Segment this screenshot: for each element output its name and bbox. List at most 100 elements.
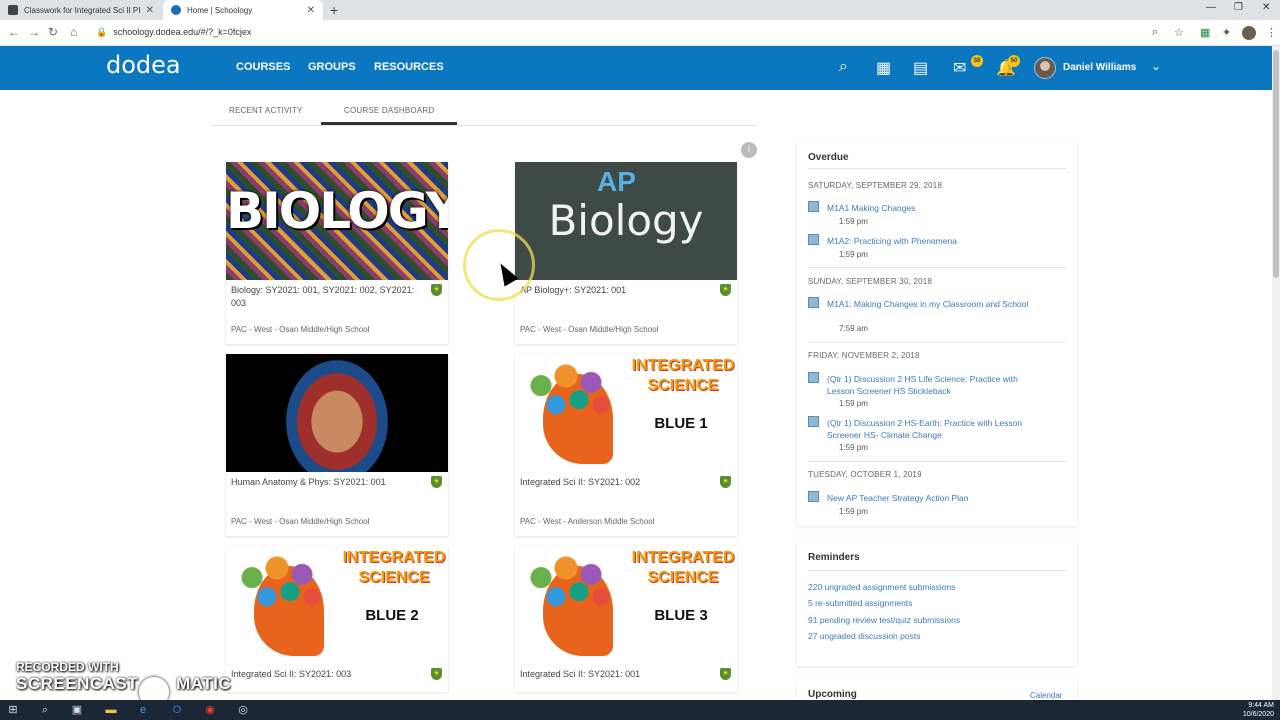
course-title[interactable]: AP Biology+: SY2021: 001 — [520, 284, 710, 297]
tab-classwork[interactable]: Classwork for Integrated Sci II PI ✕ — [0, 0, 162, 20]
course-image-header: INTEGRATED SCIENCE — [631, 357, 735, 394]
url-field[interactable]: 🔒 schoology.dodea.edu/#/?_k=0fcjex — [96, 27, 251, 38]
nav-resources[interactable]: RESOURCES — [374, 61, 444, 73]
course-image: INTEGRATED SCIENCE BLUE 2 — [226, 546, 448, 664]
nav-courses[interactable]: COURSES — [236, 61, 290, 73]
mail-icon[interactable]: ✉ — [953, 58, 966, 78]
screencast-icon[interactable]: ◎ — [236, 703, 250, 717]
divider — [808, 267, 1066, 268]
menu-icon[interactable]: ⋮ — [1266, 26, 1277, 39]
logo-text: dodea — [106, 51, 181, 79]
file-explorer-icon[interactable]: ▬ — [104, 703, 118, 717]
overdue-item-time: 1:59 pm — [839, 443, 868, 452]
assignment-icon — [808, 491, 819, 502]
overdue-item-link[interactable]: New AP Teacher Strategy Action Plan — [827, 493, 1047, 505]
reminder-link[interactable]: 91 pending review test/quiz submissions — [808, 615, 960, 625]
overdue-title: Overdue — [808, 152, 849, 163]
tab-recent-activity[interactable]: RECENT ACTIVITY — [229, 106, 303, 115]
course-card-ap-biology[interactable]: AP Biology AP Biology+: SY2021: 001 ★ PA… — [515, 162, 737, 344]
overdue-item-time: 1:59 pm — [839, 250, 868, 259]
screencast-watermark: RECORDED WITH SCREENCAST MATIC — [16, 660, 231, 694]
overdue-item-link[interactable]: (Qtr 1) Discussion 2 HS-Earth: Practice … — [827, 418, 1047, 441]
reminders-title: Reminders — [808, 552, 860, 563]
windows-start-icon[interactable]: ⊞ — [6, 703, 20, 717]
close-icon[interactable]: ✕ — [146, 5, 154, 16]
calendar-link[interactable]: Calendar — [1030, 691, 1062, 700]
new-tab-button[interactable]: + — [330, 2, 338, 18]
reload-icon[interactable]: ↻ — [48, 25, 58, 39]
top-navigation: dodea COURSES GROUPS RESOURCES ⌕ ▦ ▤ ✉ 3… — [0, 46, 1272, 90]
overdue-item-link[interactable]: M1A1 Making Changes — [827, 203, 1047, 215]
course-image-header: INTEGRATED SCIENCE — [342, 549, 446, 586]
edge-icon[interactable]: e — [136, 703, 150, 717]
taskbar-clock[interactable]: 9:44 AM 10/6/2020 — [1243, 701, 1274, 719]
scrollbar-thumb[interactable] — [1273, 50, 1279, 278]
dodea-logo[interactable]: dodea — [106, 51, 220, 80]
course-title[interactable]: Human Anatomy & Phys: SY2021: 001 — [231, 476, 421, 489]
star-icon[interactable]: ☆ — [1174, 26, 1184, 39]
chevron-down-icon[interactable]: ⌄ — [1151, 59, 1161, 73]
schoology-icon — [171, 5, 181, 15]
overdue-item-link[interactable]: (Qtr 1) Discussion 2 HS Life Science: Pr… — [827, 374, 1047, 397]
divider — [808, 342, 1066, 343]
zoom-icon[interactable]: ⌕ — [1152, 26, 1158, 39]
shield-icon: ★ — [720, 284, 731, 296]
minimize-icon[interactable]: — — [1206, 2, 1216, 13]
course-title[interactable]: Integrated Sci II: SY2021: 002 — [520, 476, 710, 489]
shield-icon: ★ — [431, 284, 442, 296]
upcoming-title: Upcoming — [808, 689, 857, 700]
course-card-integrated-sci-002[interactable]: INTEGRATED SCIENCE BLUE 1 Integrated Sci… — [515, 354, 737, 536]
course-title[interactable]: Biology: SY2021: 001, SY2021: 002, SY202… — [231, 284, 421, 310]
divider — [808, 570, 1066, 571]
course-school: PAC - West - Osan Middle/High School — [520, 325, 659, 334]
clock-date: 10/6/2020 — [1242, 711, 1274, 718]
course-card-integrated-sci-001[interactable]: INTEGRATED SCIENCE BLUE 3 Integrated Sci… — [515, 546, 737, 692]
profile-avatar[interactable] — [1242, 26, 1256, 43]
user-avatar[interactable] — [1034, 57, 1056, 79]
course-card-biology[interactable]: BIOLOGY Biology: SY2021: 001, SY2021: 00… — [226, 162, 448, 344]
calendar-icon[interactable]: ▤ — [913, 58, 928, 78]
notification-badge: 50 — [1008, 55, 1020, 67]
shield-icon: ★ — [720, 476, 731, 488]
course-title[interactable]: Integrated Sci II: SY2021: 001 — [520, 668, 710, 681]
reminder-link[interactable]: 5 re-submitted assignments — [808, 598, 912, 608]
tab-title: Classwork for Integrated Sci II PI — [24, 5, 141, 15]
forward-icon[interactable]: → — [28, 25, 40, 39]
apps-grid-icon[interactable]: ▦ — [876, 58, 891, 78]
close-window-icon[interactable]: ✕ — [1262, 2, 1270, 13]
reminder-link[interactable]: 220 ungraded assignment submissions — [808, 582, 955, 592]
back-icon[interactable]: ← — [8, 25, 20, 39]
close-icon[interactable]: ✕ — [307, 5, 315, 16]
home-icon[interactable]: ⌂ — [70, 25, 77, 39]
shield-icon: ★ — [720, 668, 731, 680]
search-icon[interactable]: ⌕ — [38, 703, 52, 717]
tab-schoology[interactable]: Home | Schoology ✕ — [163, 0, 323, 20]
course-card-anatomy[interactable]: Human Anatomy & Phys: SY2021: 001 ★ PAC … — [226, 354, 448, 536]
user-name[interactable]: Daniel Williams — [1063, 62, 1136, 73]
assignment-icon — [808, 234, 819, 245]
reminder-link[interactable]: 27 ungraded discussion posts — [808, 631, 920, 641]
course-title[interactable]: Integrated Sci II: SY2021: 003 — [231, 668, 421, 681]
course-image-level: BLUE 2 — [365, 607, 419, 624]
sheets-extension-icon[interactable]: ▦ — [1200, 26, 1210, 39]
course-image-text: BIOLOGY — [226, 182, 448, 240]
overdue-item-link[interactable]: M1A2: Practicing with Phenomena — [827, 236, 1047, 248]
overdue-date: TUESDAY, OCTOBER 1, 2019 — [808, 470, 922, 479]
nav-groups[interactable]: GROUPS — [308, 61, 356, 73]
restore-icon[interactable]: ❐ — [1234, 2, 1243, 13]
search-icon[interactable]: ⌕ — [839, 58, 848, 76]
page-scrollbar[interactable] — [1272, 46, 1280, 700]
chrome-icon[interactable]: ◉ — [203, 703, 217, 717]
task-view-icon[interactable]: ▣ — [70, 703, 84, 717]
extensions-icon[interactable]: ✦ — [1222, 26, 1231, 39]
overdue-item-link[interactable]: M1A1: Making Changes in my Classroom and… — [827, 299, 1047, 311]
outlook-icon[interactable]: O — [170, 703, 184, 717]
info-icon[interactable]: i — [741, 142, 757, 158]
divider — [808, 461, 1066, 462]
address-bar: ← → ↻ ⌂ 🔒 schoology.dodea.edu/#/?_k=0fcje… — [0, 20, 1280, 46]
course-image: BIOLOGY — [226, 162, 448, 280]
discussion-icon — [808, 372, 819, 383]
overdue-item-time: 7:59 am — [839, 324, 868, 333]
course-card-integrated-sci-003[interactable]: INTEGRATED SCIENCE BLUE 2 Integrated Sci… — [226, 546, 448, 692]
tab-course-dashboard[interactable]: COURSE DASHBOARD — [344, 106, 434, 115]
